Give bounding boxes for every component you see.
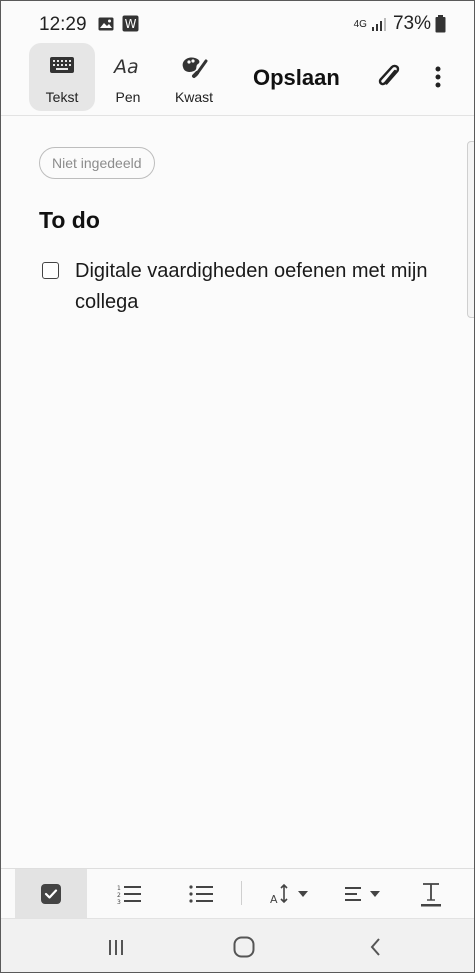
- tool-pen[interactable]: Aa Pen: [95, 43, 161, 111]
- navigation-bar: [1, 918, 474, 972]
- battery-icon: [435, 15, 446, 33]
- scrollbar[interactable]: [467, 141, 474, 318]
- note-title[interactable]: To do: [39, 207, 100, 234]
- status-right: 4G 73%: [354, 13, 446, 35]
- save-button[interactable]: Opslaan: [253, 65, 340, 91]
- task-checkbox[interactable]: [42, 262, 59, 279]
- align-button[interactable]: [329, 869, 401, 918]
- editor-toolbar: Tekst Aa Pen Kwast Opslaan: [1, 41, 474, 116]
- keyboard-icon: [50, 57, 74, 73]
- recents-button[interactable]: [71, 919, 161, 972]
- brush-icon: [182, 57, 208, 78]
- back-button[interactable]: [331, 919, 421, 972]
- status-time: 12:29: [39, 14, 87, 35]
- paperclip-icon[interactable]: [375, 63, 403, 91]
- recents-icon: [109, 940, 123, 955]
- tool-brush[interactable]: Kwast: [161, 43, 227, 111]
- align-icon: [345, 886, 380, 901]
- status-bar: 12:29 W 4G 73%: [1, 1, 474, 45]
- signal-icon: [371, 18, 386, 31]
- format-bar: 1 2 3 A: [1, 868, 474, 918]
- battery-percent: 73%: [392, 13, 431, 34]
- gallery-icon: [98, 17, 114, 31]
- svg-text:3: 3: [117, 899, 121, 905]
- svg-text:W: W: [125, 17, 137, 31]
- text-style-icon: [421, 882, 441, 906]
- back-icon: [370, 938, 380, 956]
- tool-label: Kwast: [174, 89, 214, 105]
- network-type: 4G: [353, 18, 367, 30]
- svg-text:A: A: [270, 893, 278, 906]
- home-button[interactable]: [199, 919, 289, 972]
- bullet-list-icon: [189, 884, 213, 903]
- text-style-button[interactable]: [399, 869, 463, 918]
- svg-text:Aa: Aa: [113, 56, 139, 77]
- text-size-icon: A: [270, 883, 308, 906]
- numbered-list-icon: 1 2 3: [117, 885, 141, 905]
- bullet-list-button[interactable]: [165, 869, 237, 918]
- text-size-button[interactable]: A: [255, 869, 327, 918]
- tool-label: Pen: [115, 89, 141, 105]
- more-vert-icon[interactable]: [433, 63, 443, 91]
- w-app-icon: W: [122, 15, 139, 32]
- checkbox-icon: [41, 883, 61, 904]
- checkbox-button[interactable]: [15, 869, 87, 918]
- phone-screen: 12:29 W 4G 73% Tekst Aa Pen Kwast Opslaa…: [0, 0, 475, 973]
- numbered-list-button[interactable]: 1 2 3: [93, 869, 165, 918]
- category-chip[interactable]: Niet ingedeeld: [39, 147, 155, 179]
- home-icon: [233, 936, 255, 958]
- format-divider: [241, 881, 242, 905]
- tool-label: Tekst: [45, 89, 79, 105]
- handwriting-icon: Aa: [113, 56, 139, 77]
- svg-text:1: 1: [117, 885, 121, 892]
- task-text[interactable]: Digitale vaardigheden oefenen met mijn c…: [75, 256, 445, 318]
- svg-text:2: 2: [117, 892, 121, 899]
- tool-text[interactable]: Tekst: [29, 43, 95, 111]
